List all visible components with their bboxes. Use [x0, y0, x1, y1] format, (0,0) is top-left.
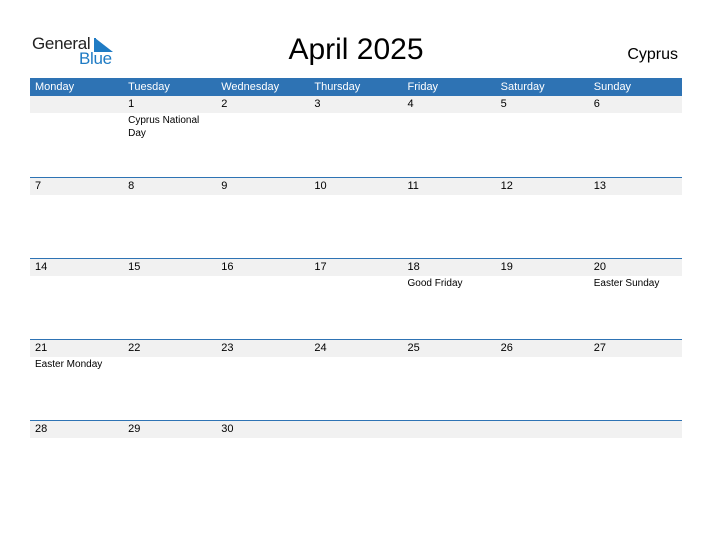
holiday-label: Easter Sunday — [593, 278, 660, 289]
holiday-label — [309, 113, 402, 140]
holiday-label — [496, 276, 589, 290]
weekday-saturday: Saturday — [500, 81, 545, 93]
holiday-label — [123, 438, 216, 439]
day-number: 3 — [314, 98, 321, 110]
day-number: 11 — [407, 180, 419, 192]
holiday-label — [30, 195, 123, 196]
day-number: 24 — [314, 342, 327, 354]
holiday-label — [496, 357, 589, 371]
holiday-label — [309, 438, 402, 439]
holiday-label — [589, 113, 682, 140]
holiday-label — [123, 195, 216, 196]
calendar-grid: Monday Tuesday Wednesday Thursday Friday… — [30, 78, 682, 501]
holiday-label — [403, 113, 496, 140]
event-row: Cyprus National Day — [30, 113, 682, 140]
week-row: 21 22 23 24 25 26 27 Easter Monday — [30, 339, 682, 420]
calendar-title: April 2025 — [288, 33, 424, 66]
day-number: 14 — [35, 261, 48, 273]
event-row — [30, 438, 682, 439]
holiday-label — [123, 276, 216, 290]
holiday-label — [309, 276, 402, 290]
day-number: 13 — [593, 180, 606, 192]
weeks-container: 1 2 3 4 5 6 Cyprus National Day 7 8 9 10 11 12 13 14 15… — [30, 96, 682, 501]
event-row — [30, 195, 682, 196]
weekday-thursday: Thursday — [314, 81, 361, 93]
event-row: Easter Monday — [30, 357, 682, 371]
holiday-label — [403, 195, 496, 196]
day-number — [309, 421, 402, 438]
day-number: 4 — [407, 98, 414, 110]
weekday-friday: Friday — [407, 81, 439, 93]
country-label: Cyprus — [627, 46, 678, 63]
day-number: 7 — [35, 180, 42, 192]
day-number: 25 — [407, 342, 420, 354]
day-number: 16 — [221, 261, 234, 273]
date-row: 14 15 16 17 18 19 20 — [30, 259, 682, 276]
day-number: 21 — [35, 342, 48, 354]
date-row: 28 29 30 — [30, 421, 682, 438]
week-row: 28 29 30 — [30, 420, 682, 501]
day-number: 18 — [407, 261, 420, 273]
day-number: 2 — [221, 98, 228, 110]
day-number: 1 — [128, 98, 135, 110]
event-row: Good Friday Easter Sunday — [30, 276, 682, 290]
holiday-label — [403, 357, 496, 371]
day-number: 26 — [500, 342, 513, 354]
holiday-label — [216, 357, 309, 371]
weekday-tuesday: Tuesday — [128, 81, 170, 93]
holiday-label — [216, 276, 309, 290]
holiday-label: Good Friday — [407, 278, 463, 289]
holiday-label — [589, 438, 682, 439]
weekday-sunday: Sunday — [593, 81, 632, 93]
day-number — [30, 96, 123, 113]
day-number — [496, 421, 589, 438]
holiday-label — [123, 357, 216, 371]
day-number: 15 — [128, 261, 141, 273]
week-row: 1 2 3 4 5 6 Cyprus National Day — [30, 96, 682, 177]
holiday-label: Easter Monday — [35, 359, 103, 370]
day-number: 19 — [500, 261, 513, 273]
day-number: 27 — [593, 342, 606, 354]
holiday-label — [496, 438, 589, 439]
holiday-label — [496, 113, 589, 140]
holiday-label — [216, 195, 309, 196]
holiday-label — [216, 113, 309, 140]
holiday-label — [589, 195, 682, 196]
day-number: 20 — [593, 261, 606, 273]
day-number: 12 — [500, 180, 513, 192]
holiday-label — [403, 438, 496, 439]
date-row: 21 22 23 24 25 26 27 — [30, 340, 682, 357]
day-number: 30 — [221, 423, 234, 435]
holiday-label — [30, 276, 123, 290]
day-number: 9 — [221, 180, 228, 192]
day-number: 22 — [128, 342, 141, 354]
day-number: 28 — [35, 423, 48, 435]
day-number: 8 — [128, 180, 135, 192]
day-number: 6 — [593, 98, 600, 110]
day-number — [589, 421, 682, 438]
holiday-label — [309, 195, 402, 196]
week-row: 14 15 16 17 18 19 20 Good Friday Easter Sunday — [30, 258, 682, 339]
day-number: 17 — [314, 261, 327, 273]
date-row: 1 2 3 4 5 6 — [30, 96, 682, 113]
week-row: 7 8 9 10 11 12 13 — [30, 177, 682, 258]
holiday-label — [496, 195, 589, 196]
weekday-header: Monday Tuesday Wednesday Thursday Friday… — [30, 78, 682, 96]
day-number: 23 — [221, 342, 234, 354]
day-number — [403, 421, 496, 438]
day-number: 29 — [128, 423, 141, 435]
holiday-label — [30, 438, 123, 439]
holiday-label — [589, 357, 682, 371]
holiday-label — [216, 438, 309, 439]
date-row: 7 8 9 10 11 12 13 — [30, 178, 682, 195]
holiday-label: Cyprus National Day — [128, 115, 200, 139]
day-number: 5 — [500, 98, 507, 110]
holiday-label — [30, 113, 123, 140]
weekday-monday: Monday — [35, 81, 75, 93]
holiday-label — [309, 357, 402, 371]
weekday-wednesday: Wednesday — [221, 81, 280, 93]
day-number: 10 — [314, 180, 327, 192]
